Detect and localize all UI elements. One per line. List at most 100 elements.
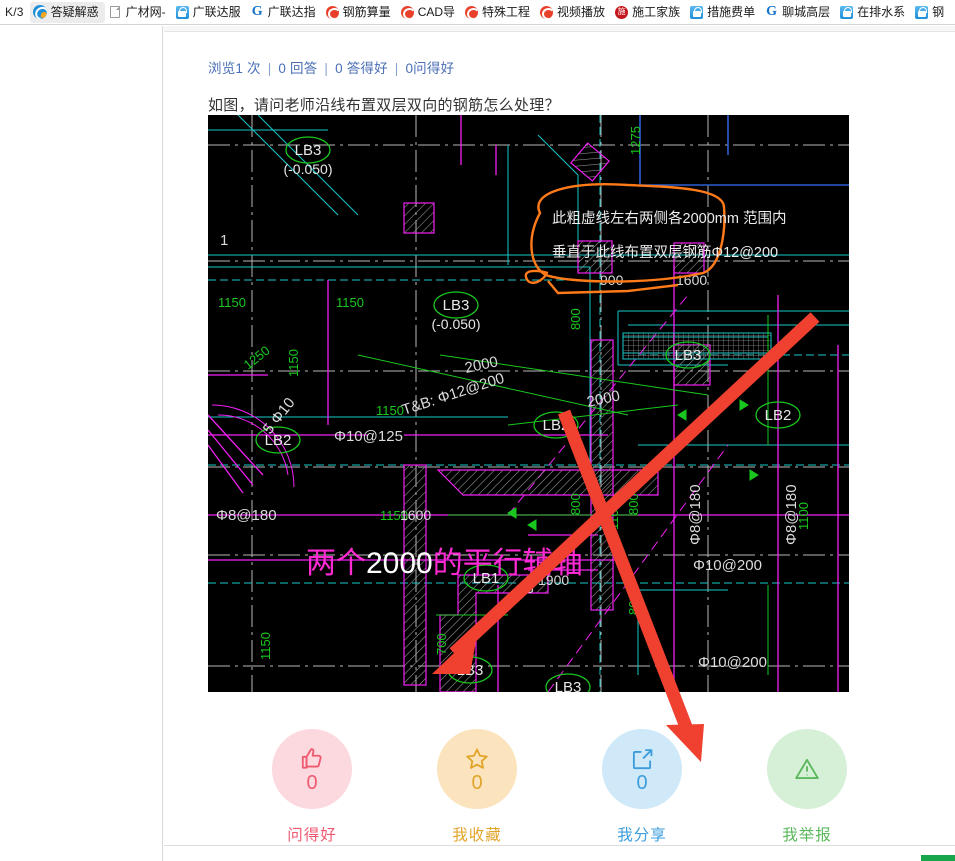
red-swirl-icon [539, 5, 554, 20]
slab-label: LB2 [765, 407, 792, 424]
bookmark-list: 答疑解惑 广材网- 广联达服 G 广联达指 钢筋算量 CAD导 特殊工程 视频播放施施工家族 措施… [29, 1, 951, 23]
action-circle-2[interactable]: 0 [602, 729, 682, 809]
lock-icon [839, 5, 854, 20]
stat-separator-1: | [267, 61, 272, 76]
answer-swirl-icon [33, 5, 48, 20]
slab-label: LB3 [675, 347, 702, 364]
orange-annotation-line-1: 此粗虚线左右两侧各2000mm 范围内 [552, 210, 786, 227]
dimension-text: 800 [568, 308, 583, 330]
cad-drawing-image[interactable]: LB3 (-0.050) LB3 (-0.050) LB3 LB2 LB2 LB2 LB1 LB3… [208, 115, 849, 692]
bookmark-label: 特殊工程 [482, 5, 531, 19]
slab-label: LB3 [443, 297, 470, 314]
bookmark-label: 视频播放 [557, 5, 606, 19]
dimension-text: 1150 [336, 295, 364, 310]
question-title: 如图，请问老师沿线布置双层双向的钢筋怎么处理？ [208, 97, 560, 114]
slab-label: LB3 [555, 679, 582, 692]
orange-annotation-line-2: 垂直于此线布置双层钢筋Φ12@200 [552, 244, 778, 261]
bookmark-item-5[interactable]: CAD导 [397, 2, 461, 23]
bookmark-label: 施工家族 [632, 5, 681, 19]
content-top-band [164, 26, 955, 32]
bookmark-label: 答疑解惑 [50, 5, 99, 19]
dimension-text: 1150 [376, 403, 404, 418]
good-answer-count[interactable]: 0 答得好 [335, 61, 388, 76]
rebar-spec-text: Φ8@180 [687, 484, 704, 545]
bookmark-label: 在排水系 [857, 5, 906, 19]
slab-elevation: (-0.050) [283, 161, 332, 177]
g-letter-icon: G [766, 4, 778, 19]
slab-label: LB3 [295, 142, 322, 159]
rebar-spec-text: Φ10@200 [698, 654, 767, 671]
rebar-spec-text: Φ8@180 [216, 507, 277, 524]
action-circle-3[interactable] [767, 729, 847, 809]
action-count: 0 [636, 771, 648, 794]
action-share[interactable]: 0 我分享 [587, 729, 697, 861]
dimension-text: 1100 [606, 502, 621, 530]
bookmark-item-6[interactable]: 特殊工程 [461, 2, 536, 23]
share-icon [629, 746, 655, 772]
stat-separator-3: | [394, 61, 399, 76]
dimension-text: 700 [434, 633, 449, 655]
rebar-spec-text: Φ10@125 [334, 428, 403, 445]
left-pane [0, 26, 163, 861]
bookmark-item-9[interactable]: 措施费单 [686, 2, 761, 23]
bookmark-label: 聊城高层 [782, 5, 831, 19]
bookmark-item-3[interactable]: G 广联达指 [247, 2, 322, 23]
bookmark-label: 钢筋算量 [342, 5, 391, 19]
caption-segment-1: 2000 [366, 547, 433, 580]
lock-icon [689, 5, 704, 20]
slab-label: LB2 [543, 417, 570, 434]
lock-icon [175, 5, 190, 20]
action-warning[interactable]: 我举报 [752, 729, 862, 861]
caption-segment-0: 两个 [306, 547, 366, 580]
bookmark-label: 措施费单 [707, 5, 756, 19]
content-pane: 浏览1 次 | 0 回答 | 0 答得好 | 0 问得好 如图，请问老师沿线布置双… [164, 26, 955, 861]
dimension-text: 800 [626, 593, 641, 615]
views-count[interactable]: 浏览1 次 [208, 61, 261, 76]
action-label[interactable]: 我举报 [782, 823, 832, 845]
bookmark-item-0[interactable]: 答疑解惑 [29, 1, 105, 23]
bookmark-label: 广联达指 [267, 5, 316, 19]
bottom-divider [164, 845, 955, 846]
red-swirl-icon [400, 5, 415, 20]
red-swirl-icon [325, 5, 340, 20]
action-circle-1[interactable]: 0 [437, 729, 517, 809]
bookmark-label: 广材网- [125, 5, 166, 19]
answers-count[interactable]: 0 回答 [278, 61, 317, 76]
bookmark-item-4[interactable]: 钢筋算量 [322, 2, 397, 23]
bookmark-item-7[interactable]: 视频播放 [536, 2, 611, 23]
bookmark-item-12[interactable]: 钢 [911, 2, 950, 23]
bookmark-label: CAD导 [417, 5, 456, 19]
bookmark-item-1[interactable]: 广材网- [105, 2, 172, 23]
bookmark-item-2[interactable]: 广联达服 [172, 2, 247, 23]
bookmark-item-11[interactable]: 在排水系 [836, 2, 911, 23]
warning-icon [794, 756, 820, 782]
star-icon [464, 746, 490, 772]
bookmark-label: 钢 [932, 5, 945, 19]
dimension-text: 3 [526, 580, 534, 596]
dimension-text: 1275 [628, 126, 643, 155]
dimension-text: 1150 [218, 295, 246, 310]
good-question-count[interactable]: 0问得好 [405, 61, 454, 76]
thumbs-up-icon [299, 746, 325, 772]
red-circle-icon: 施 [614, 5, 629, 20]
bookmark-bar: K/3 答疑解惑 广材网- 广联达服 G 广联达指 钢筋算量 CAD导 特殊工程 视频播放施施工… [0, 0, 955, 25]
rebar-spec-text: Φ10@200 [693, 557, 762, 574]
dimension-text: 1 [220, 232, 228, 249]
dimension-text: 1600 [400, 507, 431, 523]
red-swirl-icon [464, 5, 479, 20]
action-label[interactable]: 我收藏 [452, 823, 502, 845]
dimension-text: 800 [568, 493, 583, 515]
action-star[interactable]: 0 我收藏 [422, 729, 532, 861]
bookmark-bar-prefix: K/3 [5, 5, 24, 19]
rebar-spec-text: Φ8@180 [783, 484, 800, 545]
action-count: 0 [306, 771, 318, 794]
bookmark-item-10[interactable]: G 聊城高层 [761, 2, 836, 23]
page-icon [108, 5, 123, 20]
bookmark-item-8[interactable]: 施施工家族 [611, 2, 686, 23]
action-thumbs-up[interactable]: 0 问得好 [257, 729, 367, 861]
action-circle-0[interactable]: 0 [272, 729, 352, 809]
action-label[interactable]: 我分享 [617, 823, 667, 845]
action-label[interactable]: 问得好 [287, 823, 337, 845]
stat-separator-2: | [324, 61, 329, 76]
bookmark-label: 广联达服 [192, 5, 241, 19]
